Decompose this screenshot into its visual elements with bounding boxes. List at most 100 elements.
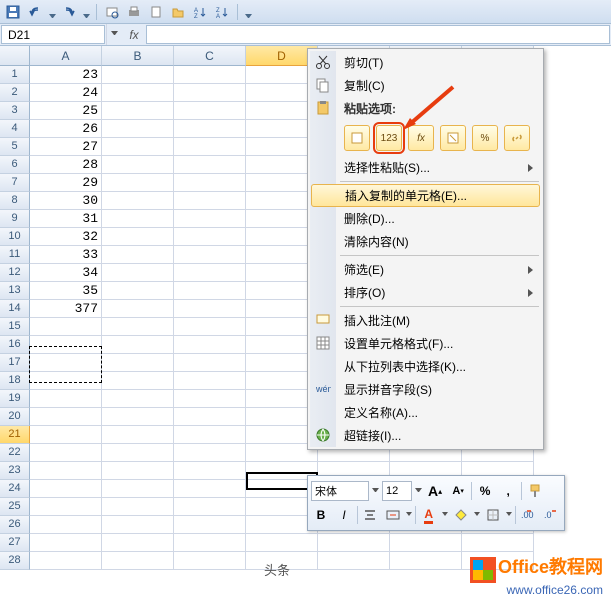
font-family-box[interactable]: 宋体 — [311, 481, 369, 501]
paste-transpose-icon[interactable] — [440, 125, 466, 151]
cell[interactable] — [102, 120, 174, 138]
font-size-box[interactable]: 12 — [382, 481, 412, 501]
cell[interactable] — [102, 408, 174, 426]
italic-icon[interactable]: I — [334, 505, 354, 525]
menu-filter[interactable]: 筛选(E) — [310, 258, 541, 281]
paste-formulas-icon[interactable]: fx — [408, 125, 434, 151]
row-header[interactable]: 2 — [0, 84, 30, 102]
cell[interactable] — [30, 462, 102, 480]
cell[interactable]: 31 — [30, 210, 102, 228]
cell[interactable] — [174, 444, 246, 462]
cell[interactable] — [174, 156, 246, 174]
row-header[interactable]: 4 — [0, 120, 30, 138]
cell[interactable] — [102, 102, 174, 120]
cell[interactable] — [174, 426, 246, 444]
paste-format-icon[interactable]: % — [472, 125, 498, 151]
cell[interactable] — [30, 552, 102, 570]
cell[interactable] — [30, 354, 102, 372]
cell[interactable] — [102, 300, 174, 318]
menu-delete[interactable]: 删除(D)... — [310, 207, 541, 230]
cell[interactable] — [174, 372, 246, 390]
select-all-corner[interactable] — [0, 46, 30, 66]
cell[interactable]: 30 — [30, 192, 102, 210]
row-header[interactable]: 26 — [0, 516, 30, 534]
menu-clear-contents[interactable]: 清除内容(N) — [310, 230, 541, 253]
menu-pick-from-list[interactable]: 从下拉列表中选择(K)... — [310, 355, 541, 378]
cell[interactable] — [174, 318, 246, 336]
cell[interactable] — [174, 300, 246, 318]
paste-all-icon[interactable] — [344, 125, 370, 151]
cell[interactable] — [30, 444, 102, 462]
save-icon[interactable] — [4, 3, 22, 21]
paste-values-icon[interactable]: 123 — [376, 125, 402, 151]
cell[interactable] — [174, 228, 246, 246]
percent-style-icon[interactable]: % — [475, 481, 495, 501]
column-header[interactable]: C — [174, 46, 246, 66]
cell[interactable] — [102, 192, 174, 210]
cell[interactable] — [174, 120, 246, 138]
align-center-icon[interactable] — [360, 505, 380, 525]
row-header[interactable]: 18 — [0, 372, 30, 390]
redo-dropdown-icon[interactable] — [82, 8, 90, 16]
row-header[interactable]: 23 — [0, 462, 30, 480]
cell[interactable] — [174, 480, 246, 498]
cell[interactable] — [174, 174, 246, 192]
column-header[interactable]: A — [30, 46, 102, 66]
cell[interactable] — [102, 228, 174, 246]
cell[interactable] — [102, 372, 174, 390]
cell[interactable] — [246, 534, 318, 552]
cell[interactable]: 35 — [30, 282, 102, 300]
row-header[interactable]: 9 — [0, 210, 30, 228]
redo-icon[interactable] — [60, 3, 78, 21]
cell[interactable] — [30, 408, 102, 426]
menu-cut[interactable]: 剪切(T) — [310, 51, 541, 74]
row-header[interactable]: 13 — [0, 282, 30, 300]
cell[interactable] — [102, 138, 174, 156]
cell[interactable] — [102, 462, 174, 480]
cell[interactable] — [174, 408, 246, 426]
row-header[interactable]: 19 — [0, 390, 30, 408]
cell[interactable] — [318, 534, 390, 552]
cell[interactable] — [30, 480, 102, 498]
merge-cells-icon[interactable] — [383, 505, 403, 525]
cell[interactable]: 25 — [30, 102, 102, 120]
cell[interactable]: 24 — [30, 84, 102, 102]
menu-insert-comment[interactable]: 插入批注(M) — [310, 309, 541, 332]
cell[interactable] — [318, 552, 390, 570]
dropdown-icon[interactable] — [415, 488, 422, 495]
cell[interactable] — [174, 138, 246, 156]
cell[interactable] — [30, 318, 102, 336]
bold-icon[interactable]: B — [311, 505, 331, 525]
row-header[interactable]: 21 — [0, 426, 30, 444]
name-box[interactable]: D21 — [1, 25, 105, 44]
cell[interactable] — [462, 534, 534, 552]
row-header[interactable]: 22 — [0, 444, 30, 462]
cell[interactable] — [102, 480, 174, 498]
name-box-dropdown-icon[interactable] — [106, 24, 122, 45]
row-header[interactable]: 17 — [0, 354, 30, 372]
cell[interactable] — [30, 426, 102, 444]
row-header[interactable]: 25 — [0, 498, 30, 516]
column-header[interactable]: B — [102, 46, 174, 66]
cell[interactable]: 23 — [30, 66, 102, 84]
row-header[interactable]: 14 — [0, 300, 30, 318]
row-header[interactable]: 6 — [0, 156, 30, 174]
cell[interactable] — [390, 552, 462, 570]
cell[interactable] — [174, 84, 246, 102]
cell[interactable] — [102, 552, 174, 570]
cell[interactable] — [174, 102, 246, 120]
dropdown-icon[interactable] — [442, 512, 448, 519]
row-header[interactable]: 16 — [0, 336, 30, 354]
row-header[interactable]: 20 — [0, 408, 30, 426]
sort-asc-icon[interactable]: AZ — [191, 3, 209, 21]
cell[interactable] — [102, 318, 174, 336]
dropdown-icon[interactable] — [372, 488, 379, 495]
cell[interactable] — [174, 192, 246, 210]
cell[interactable] — [174, 462, 246, 480]
cell[interactable] — [102, 246, 174, 264]
cell[interactable] — [30, 336, 102, 354]
cell[interactable] — [102, 174, 174, 192]
increase-decimal-icon[interactable]: .0 — [541, 505, 561, 525]
cell[interactable] — [174, 282, 246, 300]
cell[interactable]: 377 — [30, 300, 102, 318]
